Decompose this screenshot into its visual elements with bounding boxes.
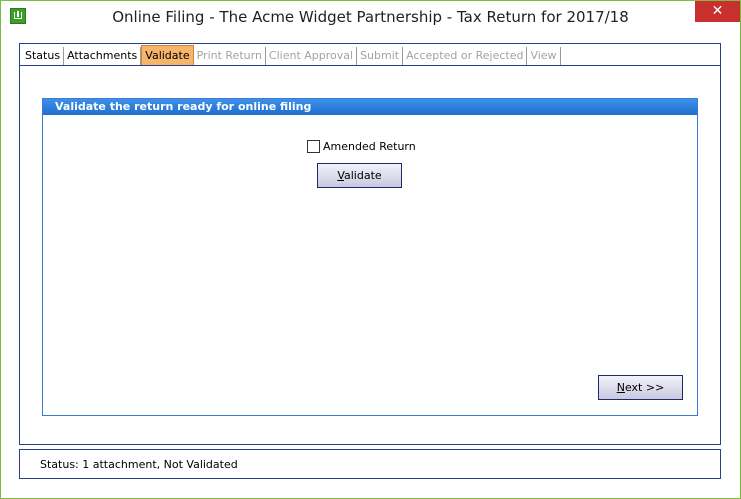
tab-accepted-or-rejected: Accepted or Rejected [403, 47, 528, 65]
status-bar: Status: 1 attachment, Not Validated [19, 449, 721, 479]
next-mnemonic: N [616, 381, 625, 394]
window-title: Online Filing - The Acme Widget Partners… [112, 8, 629, 26]
tab-attachments[interactable]: Attachments [64, 47, 142, 65]
validate-panel: Validate the return ready for online fil… [42, 98, 698, 416]
panel-header: Validate the return ready for online fil… [43, 99, 697, 115]
validate-button[interactable]: Validate [317, 163, 402, 188]
tab-print-return: Print Return [194, 47, 266, 65]
status-text: Status: 1 attachment, Not Validated [40, 458, 238, 471]
tab-control: Status Attachments Validate Print Return… [19, 43, 721, 445]
client-area: Status Attachments Validate Print Return… [4, 33, 737, 495]
dialog-window: Online Filing - The Acme Widget Partners… [0, 0, 741, 499]
tab-strip: Status Attachments Validate Print Return… [22, 45, 561, 66]
next-label-rest: ext >> [624, 381, 665, 394]
tab-strip-divider [20, 65, 720, 66]
amended-return-checkbox[interactable] [307, 140, 320, 153]
tab-validate[interactable]: Validate [141, 45, 194, 66]
next-button[interactable]: Next >> [598, 375, 683, 400]
amended-return-row[interactable]: Amended Return [307, 140, 416, 153]
tab-status[interactable]: Status [22, 47, 65, 65]
validate-label-rest: alidate [344, 169, 382, 182]
tab-view: View [527, 47, 561, 65]
tab-submit: Submit [357, 47, 404, 65]
close-button[interactable]: ✕ [695, 1, 740, 22]
tab-client-approval: Client Approval [266, 47, 358, 65]
validate-mnemonic: V [337, 169, 344, 182]
title-bar[interactable]: Online Filing - The Acme Widget Partners… [1, 1, 740, 33]
amended-return-label[interactable]: Amended Return [323, 140, 416, 153]
